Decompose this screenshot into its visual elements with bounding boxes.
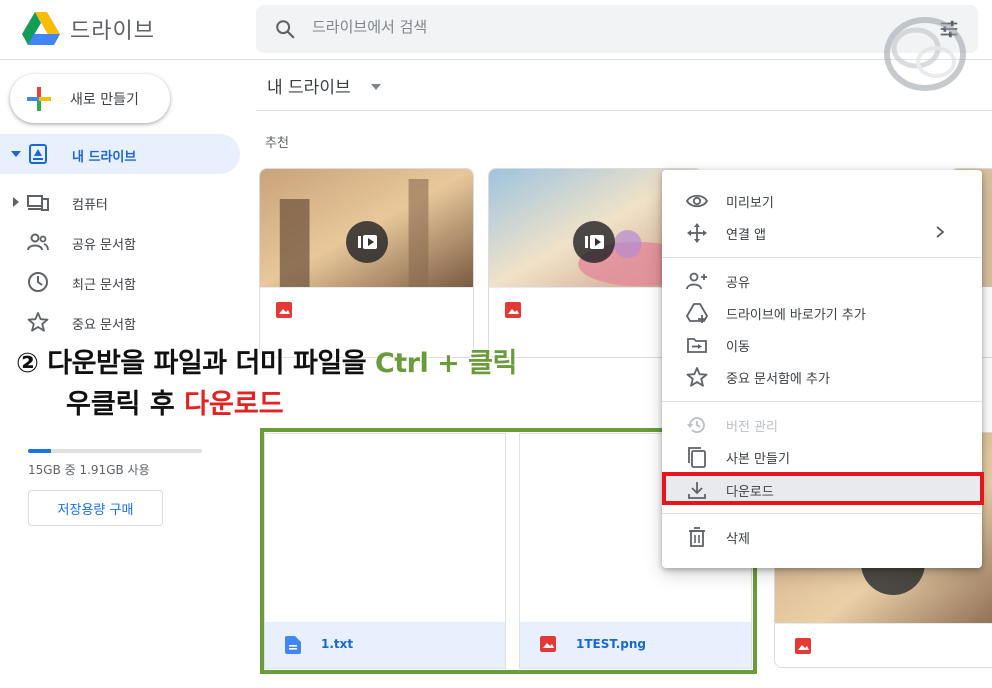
menu-item-version-history: 버전 관리 xyxy=(662,408,982,440)
copy-icon xyxy=(688,447,706,468)
annotation-highlight-green: Ctrl + 클릭 xyxy=(374,348,517,379)
drive-shortcut-icon xyxy=(686,303,708,323)
menu-item-label: 연결 앱 xyxy=(726,228,767,243)
video-play-icon xyxy=(585,235,604,249)
sidebar-item-shared[interactable]: 공유 문서함 xyxy=(0,222,240,262)
breadcrumb[interactable]: 내 드라이브 xyxy=(267,73,351,98)
top-header: 드라이브 xyxy=(0,0,992,91)
menu-item-label: 이동 xyxy=(726,340,750,355)
buy-storage-button[interactable]: 저장용량 구매 xyxy=(28,490,163,526)
menu-separator xyxy=(662,401,982,402)
plus-icon xyxy=(27,87,51,111)
section-title: 추천 xyxy=(265,136,289,151)
menu-item-label: 미리보기 xyxy=(726,196,774,211)
caret-right-icon[interactable] xyxy=(11,197,21,207)
caret-down-icon[interactable] xyxy=(11,149,21,159)
menu-item-open-with[interactable]: 연결 앱 xyxy=(662,216,982,248)
video-play-badge xyxy=(573,221,615,263)
annotation-highlight-red: 다운로드 xyxy=(184,389,284,420)
image-icon xyxy=(276,302,292,318)
person-add-icon xyxy=(686,272,707,290)
menu-item-add-shortcut[interactable]: 드라이브에 바로가기 추가 xyxy=(662,296,982,328)
image-icon xyxy=(505,302,521,318)
menu-item-share[interactable]: 공유 xyxy=(662,264,982,296)
sidebar-item-recent[interactable]: 최근 문서함 xyxy=(0,262,240,302)
star-icon xyxy=(27,312,49,332)
search-icon[interactable] xyxy=(274,18,296,40)
menu-separator xyxy=(662,513,982,514)
menu-item-make-copy[interactable]: 사본 만들기 xyxy=(662,440,982,472)
menu-item-label: 사본 만들기 xyxy=(726,452,790,467)
trash-icon xyxy=(689,527,705,547)
sidebar-item-label: 내 드라이브 xyxy=(72,150,137,165)
sidebar-item-starred[interactable]: 중요 문서함 xyxy=(0,302,240,342)
menu-separator xyxy=(662,257,982,258)
suggested-card[interactable] xyxy=(259,168,474,358)
search-bar[interactable] xyxy=(256,5,978,53)
eye-icon xyxy=(686,194,708,208)
star-icon xyxy=(686,367,708,387)
sidebar-item-my-drive[interactable]: 내 드라이브 xyxy=(0,134,240,174)
menu-item-label: 삭제 xyxy=(726,532,750,547)
menu-item-preview[interactable]: 미리보기 xyxy=(662,184,982,216)
sidebar-item-computers[interactable]: 컴퓨터 xyxy=(0,182,240,222)
watermark-orb-icon xyxy=(884,17,966,91)
video-play-icon xyxy=(358,235,377,249)
computer-icon xyxy=(27,195,49,211)
annotation-line-1: ② 다운받을 파일과 더미 파일을 Ctrl + 클릭 xyxy=(16,345,517,382)
storage-bar xyxy=(28,449,202,453)
drive-logo-icon[interactable] xyxy=(22,12,60,46)
menu-item-label: 드라이브에 바로가기 추가 xyxy=(726,308,866,323)
storage-text: 15GB 중 1.91GB 사용 xyxy=(28,463,150,477)
annotation-text: ② 다운받을 파일과 더미 파일을 xyxy=(16,348,375,379)
search-input[interactable] xyxy=(312,18,872,36)
history-icon xyxy=(687,417,705,433)
menu-item-add-starred[interactable]: 중요 문서함에 추가 xyxy=(662,360,982,392)
shared-icon xyxy=(27,233,49,251)
clock-icon xyxy=(28,272,48,292)
context-menu: 미리보기 연결 앱 공유 드라이브에 바로가기 추가 이동 중요 문서함에 추가… xyxy=(662,170,982,568)
menu-item-label: 버전 관리 xyxy=(726,420,778,435)
menu-item-label: 중요 문서함에 추가 xyxy=(726,372,830,387)
app-title: 드라이브 xyxy=(70,19,155,44)
card-footer xyxy=(775,623,992,667)
sidebar-item-label: 컴퓨터 xyxy=(72,198,108,213)
move-to-icon xyxy=(687,338,707,353)
my-drive-icon xyxy=(29,144,47,164)
new-button[interactable]: 새로 만들기 xyxy=(10,74,170,123)
sidebar-item-label: 중요 문서함 xyxy=(72,318,136,333)
dropdown-arrow-icon[interactable] xyxy=(371,84,381,90)
menu-item-delete[interactable]: 삭제 xyxy=(662,520,982,552)
image-icon xyxy=(795,638,811,654)
menu-item-move[interactable]: 이동 xyxy=(662,328,982,360)
video-play-badge xyxy=(346,221,388,263)
chevron-right-icon xyxy=(936,226,944,238)
annotation-text: 우클릭 후 xyxy=(66,389,185,420)
sidebar-item-label: 공유 문서함 xyxy=(72,238,136,253)
annotation-line-2: 우클릭 후 다운로드 xyxy=(66,386,284,423)
new-button-label: 새로 만들기 xyxy=(70,92,139,108)
move-arrows-icon xyxy=(687,223,707,243)
storage-fill xyxy=(28,449,51,453)
divider xyxy=(256,110,992,111)
menu-item-label: 공유 xyxy=(726,276,750,291)
download-highlight-box xyxy=(662,472,984,505)
sidebar-item-label: 최근 문서함 xyxy=(72,278,136,293)
